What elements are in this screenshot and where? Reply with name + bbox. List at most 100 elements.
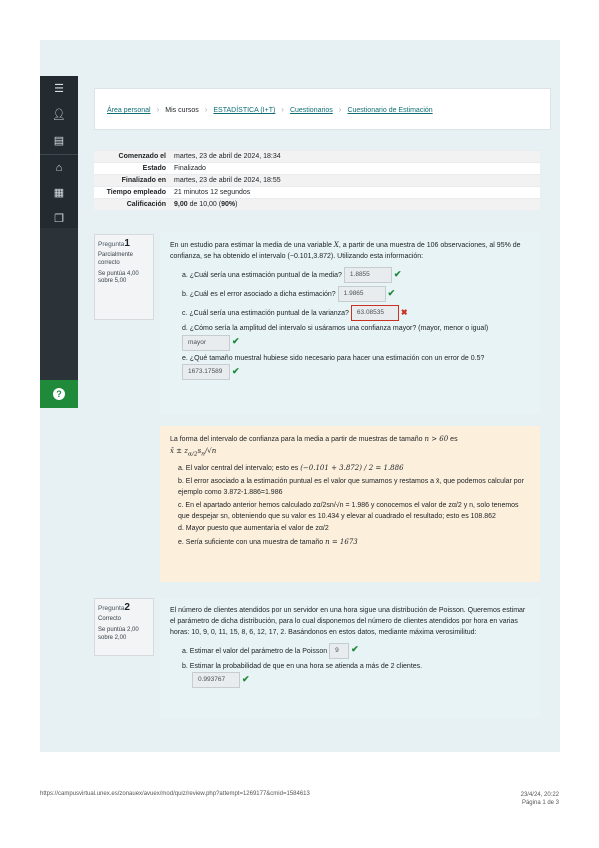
item-letter: b.	[182, 662, 188, 670]
question-text-part: En un estudio para estimar la media de u…	[170, 242, 334, 249]
item-letter: b.	[182, 290, 188, 298]
feedback-intro: La forma del intervalo de confianza para…	[170, 434, 530, 459]
breadcrumb-box: Área personal › Mis cursos › ESTADÍSTICA (I+…	[94, 88, 551, 130]
feedback-item: a. El valor central del intervalo; esto …	[178, 463, 530, 475]
item-letter: a.	[182, 647, 188, 655]
breadcrumb-quiz[interactable]: Cuestionario de Estimación	[347, 107, 432, 114]
grade-value: 9,00	[174, 201, 188, 208]
nav-drawer-body	[40, 228, 78, 380]
item-letter: a.	[178, 465, 184, 473]
feedback-text: es	[450, 436, 458, 443]
footer-datetime: 23/4/24, 20:22	[520, 792, 559, 798]
subquestion-d: d. ¿Cómo sería la amplitud del intervalo…	[182, 324, 530, 351]
general-feedback: La forma del intervalo de confianza para…	[160, 426, 540, 582]
user-icon[interactable]: 👤︎	[40, 102, 78, 128]
breadcrumb-area-personal[interactable]: Área personal	[107, 107, 151, 114]
chevron-right-icon: ›	[156, 105, 160, 114]
math-expression: n > 60	[424, 435, 449, 443]
home-icon[interactable]: ⌂	[40, 154, 78, 180]
answer-field[interactable]: 1673.17589	[182, 364, 230, 381]
question-text: El número de clientes atendidos por un s…	[170, 607, 526, 636]
question-index: 1	[124, 238, 130, 249]
formula-part: /√n	[204, 446, 217, 455]
subquestion-c: c. ¿Cuál sería una estimación puntual de…	[182, 304, 530, 321]
item-letter: e.	[178, 539, 184, 547]
feedback-item: b. El error asociado a la estimación pun…	[178, 477, 530, 499]
item-text: ¿Qué tamaño muestral hubiese sido necesa…	[189, 354, 485, 362]
question-label: Pregunta	[98, 605, 125, 612]
question-number: Pregunta1	[98, 238, 150, 249]
chevron-right-icon: ›	[204, 105, 208, 114]
feedback-text: El error asociado a la estimación puntua…	[178, 478, 524, 496]
calendar-icon[interactable]: ▦	[40, 180, 78, 206]
item-letter: e.	[182, 354, 188, 362]
grade-close: )	[235, 201, 238, 208]
summary-key: Estado	[94, 162, 170, 175]
item-text: ¿Cómo sería la amplitud del intervalo si…	[189, 324, 489, 332]
courses-icon[interactable]: ▤	[40, 128, 78, 154]
breadcrumb-course[interactable]: ESTADÍSTICA (I+T)	[213, 107, 275, 114]
question-label: Pregunta	[98, 241, 125, 248]
item-text: Estimar la probabilidad de que en una ho…	[189, 662, 423, 670]
answer-field[interactable]: 1.8855	[343, 266, 392, 283]
cross-icon: ✖	[400, 307, 408, 317]
feedback-text: El valor central del intervalo; esto es	[185, 465, 299, 473]
question-state: Parcialmente correcto	[98, 252, 134, 266]
attempt-summary-table: Comenzado el martes, 23 de abril de 2024…	[94, 150, 540, 210]
item-letter: b.	[178, 478, 184, 486]
answer-field[interactable]: mayor	[182, 334, 230, 351]
subquestion-list: a. Estimar el valor del parámetro de la …	[182, 642, 530, 689]
answer-field[interactable]: 1.9865	[337, 285, 386, 302]
answer-field[interactable]: 63.08535	[350, 304, 399, 321]
summary-row: Estado Finalizado	[94, 162, 540, 175]
summary-row: Tiempo empleado 21 minutos 12 segundos	[94, 186, 540, 199]
feedback-item: d. Mayor puesto que aumentaría el valor …	[178, 524, 530, 535]
question-score: Se puntúa 2,00 sobre 2,00	[98, 626, 139, 641]
check-icon: ✔	[232, 336, 240, 347]
chevron-right-icon: ›	[338, 105, 342, 114]
menu-icon[interactable]: ☰	[40, 76, 78, 102]
grade-percent: 90%	[221, 201, 236, 208]
check-icon: ✔	[387, 287, 396, 298]
summary-value: martes, 23 de abril de 2024, 18:34	[170, 150, 540, 163]
help-icon: ?	[53, 388, 65, 400]
subquestion-e: e. ¿Qué tamaño muestral hubiese sido nec…	[182, 354, 530, 381]
item-text: ¿Cuál es el error asociado a dicha estim…	[189, 290, 336, 298]
formula-sub: α/2	[187, 451, 198, 458]
feedback-text: La forma del intervalo de confianza para…	[170, 436, 423, 443]
chevron-right-icon: ›	[281, 105, 284, 114]
answer-field[interactable]: 0.993767	[192, 672, 240, 689]
question-2-info: Pregunta2 Correcto Se puntúa 2,00 sobre …	[94, 598, 154, 656]
check-icon: ✔	[242, 674, 250, 685]
question-number: Pregunta2	[98, 602, 150, 613]
subquestion-b: b. Estimar la probabilidad de que en una…	[182, 662, 530, 689]
footer-url: https://campusvirtual.unex.es/zonauex/av…	[40, 791, 310, 797]
footer-meta: 23/4/24, 20:22 Página 1 de 3	[521, 791, 559, 808]
question-index: 2	[124, 602, 130, 613]
summary-key: Calificación	[94, 198, 170, 210]
formula-part: x̄ ± z	[170, 446, 188, 455]
nav-drawer: ☰ 👤︎ ▤ ⌂ ▦ ❐	[40, 76, 78, 228]
item-letter: d.	[178, 525, 184, 533]
feedback-text: Sería suficiente con una muestra de tama…	[185, 539, 324, 547]
help-button[interactable]: ?	[40, 380, 78, 408]
item-text: ¿Cuál sería una estimación puntual de la…	[189, 271, 342, 279]
item-letter: a.	[182, 271, 188, 279]
answer-field[interactable]: 9	[329, 642, 350, 659]
summary-value: 21 minutos 12 segundos	[170, 186, 540, 199]
feedback-item: e. Sería suficiente con una muestra de t…	[178, 537, 530, 549]
check-icon: ✔	[393, 268, 402, 279]
subquestion-a: a. ¿Cuál sería una estimación puntual de…	[182, 266, 530, 283]
subquestion-b: b. ¿Cuál es el error asociado a dicha es…	[182, 285, 530, 302]
feedback-text: En el apartado anterior hemos calculado …	[178, 501, 519, 520]
grade-total: de 10,00 (	[187, 201, 222, 208]
item-text: ¿Cuál sería una estimación puntual de la…	[189, 309, 349, 317]
breadcrumb-cuestionarios[interactable]: Cuestionarios	[290, 107, 333, 114]
summary-row: Comenzado el martes, 23 de abril de 2024…	[94, 150, 540, 163]
summary-key: Tiempo empleado	[94, 186, 170, 199]
breadcrumb-mis-cursos[interactable]: Mis cursos	[165, 107, 198, 114]
item-letter: d.	[182, 324, 188, 332]
breadcrumb: Área personal › Mis cursos › ESTADÍSTICA (I+…	[107, 105, 433, 114]
math-expression: (−0.101 + 3.872) / 2 = 1.886	[300, 464, 404, 473]
summary-row: Finalizado en martes, 23 de abril de 202…	[94, 174, 540, 187]
